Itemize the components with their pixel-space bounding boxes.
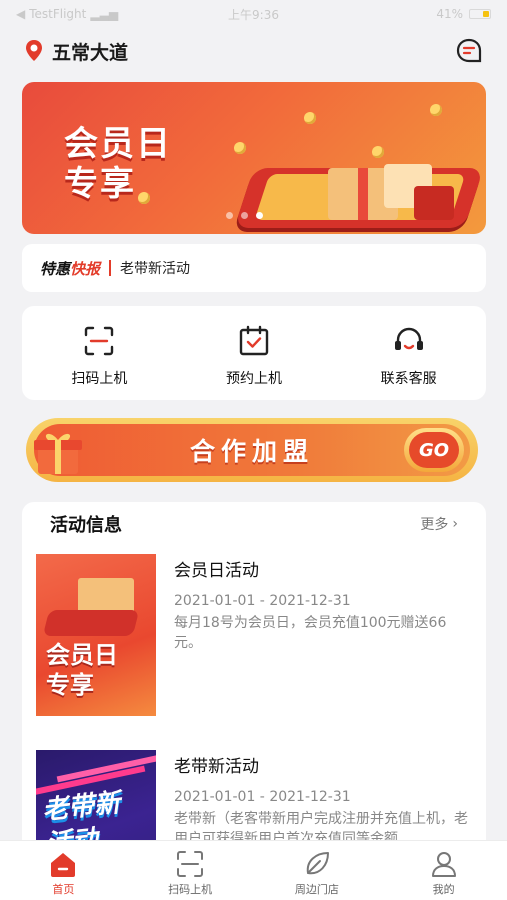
battery-percent: 41% [436, 7, 463, 21]
status-time: 上午9:36 [228, 7, 279, 22]
gift-box-illustration [414, 186, 454, 220]
news-ticker[interactable]: 特惠快报 老带新活动 [22, 244, 486, 292]
activity-name: 会员日活动 [174, 561, 259, 581]
banner-slogan-line2: 专享 [64, 164, 136, 204]
chevron-right-icon: › [452, 516, 458, 532]
location-pin-icon[interactable] [24, 39, 44, 63]
reserve-action-label: 预约上机 [226, 371, 282, 387]
banner-slogan: 会员日 专享 [64, 124, 172, 204]
user-icon [431, 852, 456, 877]
activity-title: 活动信息 [50, 515, 122, 536]
thumbnail-slogan-line1: 会员日 [46, 641, 118, 669]
reserve-action[interactable]: 预约上机 [177, 306, 332, 400]
tab-scan[interactable]: 扫码上机 [127, 841, 254, 900]
pagination-dot-active[interactable] [256, 212, 263, 219]
more-label: 更多 [420, 517, 449, 533]
home-icon [51, 853, 76, 877]
scan-action-label: 扫码上机 [71, 371, 128, 387]
franchise-banner[interactable]: 合作加盟 GO [26, 418, 478, 482]
activity-section: 活动信息 更多 › 会员日 专享 会员日活动 2021-01-01 - 2021-… [22, 502, 486, 862]
activity-name: 老带新活动 [174, 757, 259, 777]
activity-item[interactable]: 会员日 专享 会员日活动 2021-01-01 - 2021-12-31 每月1… [36, 554, 476, 724]
scan-icon [177, 851, 204, 877]
pagination-dot[interactable] [226, 212, 233, 219]
tab-home[interactable]: 首页 [0, 841, 127, 900]
activity-header: 活动信息 更多 › [22, 502, 486, 546]
tab-profile[interactable]: 我的 [380, 841, 507, 900]
news-divider [109, 260, 112, 276]
activity-body: 会员日活动 2021-01-01 - 2021-12-31 每月18号为会员日，… [174, 554, 474, 653]
activity-date: 2021-01-01 - 2021-12-31 [174, 593, 351, 609]
calendar-check-icon [239, 325, 269, 356]
coin-illustration [430, 104, 442, 116]
activity-body: 老带新活动 2021-01-01 - 2021-12-31 老带新（老客带新用户… [174, 750, 474, 849]
status-bar: ◀ TestFlight ▂▃▅ 上午9:36 41% [0, 0, 507, 28]
tab-bar: 首页 扫码上机 周边门店 我的 [0, 840, 507, 900]
more-link[interactable]: 更多 › [420, 514, 458, 534]
banner-pagination [226, 212, 263, 219]
top-bar: 五常大道 [0, 32, 507, 70]
coin-illustration [138, 192, 150, 204]
news-tag-prefix: 特惠 [40, 259, 71, 278]
phone-illustration [42, 610, 140, 636]
tab-label: 周边门店 [294, 883, 339, 896]
thumbnail-slogan-line2: 专享 [46, 671, 94, 699]
news-tag: 特惠快报 [40, 258, 100, 279]
coin-illustration [372, 146, 384, 158]
activity-thumbnail: 会员日 专享 [36, 554, 156, 716]
back-arrow-icon: ◀ [16, 7, 26, 21]
scan-icon [85, 326, 114, 356]
status-right: 41% [321, 7, 491, 21]
news-text[interactable]: 老带新活动 [120, 258, 190, 278]
carrier-label: TestFlight [29, 7, 87, 21]
quick-actions: 扫码上机 预约上机 联系客服 [22, 306, 486, 400]
city-selector[interactable]: 五常大道 [52, 38, 128, 65]
go-button[interactable]: GO [404, 428, 464, 472]
news-tag-suffix: 快报 [70, 259, 101, 278]
leaf-icon [306, 852, 329, 875]
signal-icon: ▂▃▅ [90, 7, 119, 21]
banner-slogan-line1: 会员日 [64, 124, 172, 164]
go-label: GO [409, 432, 459, 468]
scan-action[interactable]: 扫码上机 [22, 306, 177, 400]
message-icon[interactable] [455, 37, 483, 65]
thumbnail-slogan: 会员日 专享 [46, 640, 118, 700]
tab-label: 我的 [432, 883, 455, 896]
tab-label: 首页 [52, 883, 75, 896]
support-action[interactable]: 联系客服 [331, 306, 486, 400]
support-action-label: 联系客服 [380, 371, 437, 387]
tab-label: 扫码上机 [168, 883, 213, 896]
status-left: ◀ TestFlight ▂▃▅ [16, 7, 186, 21]
activity-date: 2021-01-01 - 2021-12-31 [174, 789, 351, 805]
headset-icon [394, 327, 423, 350]
coin-illustration [234, 142, 246, 154]
pagination-dot[interactable] [241, 212, 248, 219]
battery-icon [469, 9, 491, 19]
coin-illustration [304, 112, 316, 124]
activity-description: 每月18号为会员日，会员充值100元赠送66元。 [174, 615, 447, 651]
tab-nearby-stores[interactable]: 周边门店 [254, 841, 381, 900]
